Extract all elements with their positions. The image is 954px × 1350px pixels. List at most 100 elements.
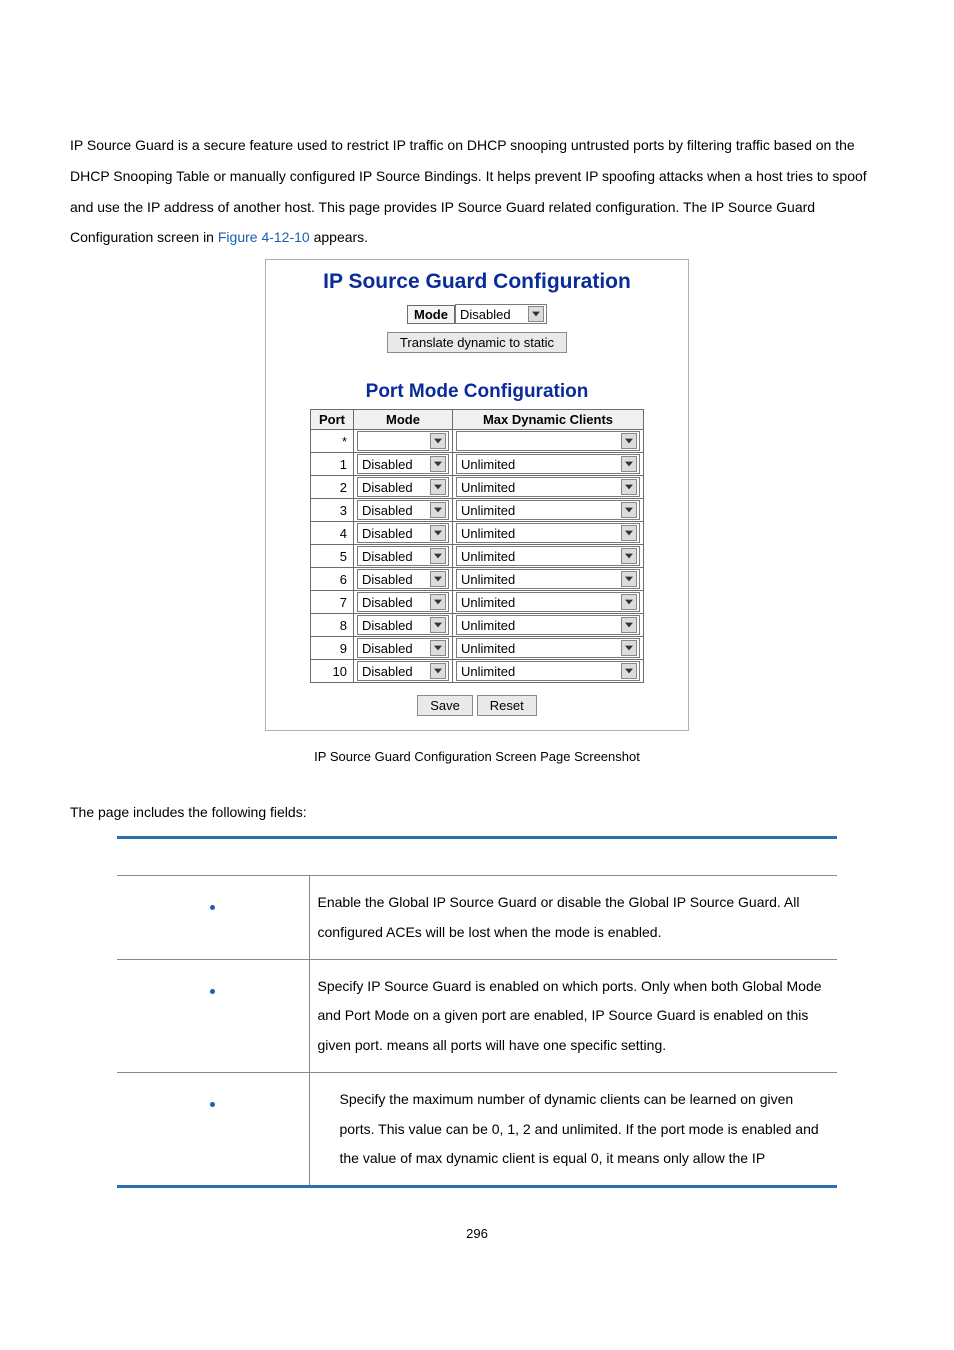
max-clients-select[interactable]: Unlimited [456, 546, 640, 566]
port-mode-select[interactable]: Disabled [357, 592, 449, 612]
port-mode-section-title: Port Mode Configuration [276, 381, 678, 403]
port-mode-value: Disabled [362, 526, 426, 541]
max-clients-value: Unlimited [461, 595, 617, 610]
dropdown-arrow-icon [621, 525, 637, 541]
figure-button-row: Save Reset [276, 695, 678, 716]
fields-intro-text: The page includes the following fields: [70, 804, 884, 820]
desc-object-cell [117, 876, 309, 960]
max-cell: Unlimited [453, 522, 644, 545]
desc-text-cell: Specify IP Source Guard is enabled on wh… [309, 959, 837, 1072]
save-button[interactable]: Save [417, 695, 473, 716]
port-mode-select[interactable]: Disabled [357, 500, 449, 520]
port-mode-select[interactable]: Disabled [357, 454, 449, 474]
port-cell: 6 [311, 568, 354, 591]
max-clients-select[interactable]: Unlimited [456, 523, 640, 543]
port-mode-value: Disabled [362, 664, 426, 679]
port-mode-value: Disabled [362, 572, 426, 587]
port-mode-select[interactable]: Disabled [357, 661, 449, 681]
dropdown-arrow-icon [430, 640, 446, 656]
mode-cell: Disabled [354, 591, 453, 614]
fields-description-table: Enable the Global IP Source Guard or dis… [117, 836, 837, 1188]
max-clients-select[interactable]: Unlimited [456, 500, 640, 520]
dropdown-arrow-icon [528, 306, 544, 322]
page-number: 296 [70, 1226, 884, 1241]
max-clients-value: Unlimited [461, 618, 617, 633]
port-mode-select[interactable]: Disabled [357, 477, 449, 497]
dropdown-arrow-icon [430, 479, 446, 495]
figure-caption: IP Source Guard Configuration Screen Pag… [70, 749, 884, 764]
max-cell: Unlimited [453, 453, 644, 476]
port-table-row: 4 Disabled Unlimited [311, 522, 644, 545]
bullet-icon [210, 905, 215, 910]
global-mode-value: Disabled [460, 307, 524, 322]
port-table-row: 7 Disabled Unlimited [311, 591, 644, 614]
dropdown-arrow-icon [621, 456, 637, 472]
figure-main-title: IP Source Guard Configuration [276, 270, 678, 294]
max-clients-select[interactable] [456, 431, 640, 451]
global-mode-row: Mode Disabled [276, 304, 678, 324]
max-cell: Unlimited [453, 660, 644, 683]
port-mode-value: Disabled [362, 618, 426, 633]
intro-paragraph: IP Source Guard is a secure feature used… [70, 130, 884, 253]
max-clients-select[interactable]: Unlimited [456, 638, 640, 658]
port-table-row: 6 Disabled Unlimited [311, 568, 644, 591]
max-cell: Unlimited [453, 568, 644, 591]
port-mode-value: Disabled [362, 457, 426, 472]
desc-text: Specify the maximum number of dynamic cl… [318, 1085, 830, 1173]
max-clients-value: Unlimited [461, 503, 617, 518]
port-mode-select[interactable] [357, 431, 449, 451]
dropdown-arrow-icon [430, 571, 446, 587]
dropdown-arrow-icon [430, 433, 446, 449]
translate-dynamic-button[interactable]: Translate dynamic to static [387, 332, 567, 353]
dropdown-arrow-icon [430, 456, 446, 472]
port-cell: 4 [311, 522, 354, 545]
max-cell: Unlimited [453, 637, 644, 660]
intro-text-before: IP Source Guard is a secure feature used… [70, 137, 867, 245]
translate-button-row: Translate dynamic to static [276, 332, 678, 353]
dropdown-arrow-icon [430, 663, 446, 679]
dropdown-arrow-icon [621, 502, 637, 518]
max-clients-select[interactable]: Unlimited [456, 569, 640, 589]
col-header-max: Max Dynamic Clients [453, 410, 644, 430]
desc-table-row: Specify IP Source Guard is enabled on wh… [117, 959, 837, 1072]
port-mode-select[interactable]: Disabled [357, 638, 449, 658]
desc-header-description [309, 838, 837, 876]
max-clients-value: Unlimited [461, 549, 617, 564]
desc-object-cell [117, 1073, 309, 1187]
port-mode-select[interactable]: Disabled [357, 569, 449, 589]
port-cell: 7 [311, 591, 354, 614]
port-mode-table: Port Mode Max Dynamic Clients *1Disabled… [310, 409, 644, 683]
max-clients-select[interactable]: Unlimited [456, 592, 640, 612]
dropdown-arrow-icon [621, 640, 637, 656]
port-mode-select[interactable]: Disabled [357, 546, 449, 566]
desc-text: Specify IP Source Guard is enabled on wh… [318, 978, 822, 1053]
figure-reference-link[interactable]: Figure 4-12-10 [218, 229, 310, 245]
desc-text-cell: Enable the Global IP Source Guard or dis… [309, 876, 837, 960]
global-mode-select[interactable]: Disabled [455, 304, 547, 324]
max-clients-select[interactable]: Unlimited [456, 454, 640, 474]
port-mode-value: Disabled [362, 480, 426, 495]
port-cell: 2 [311, 476, 354, 499]
dropdown-arrow-icon [621, 479, 637, 495]
port-cell: 9 [311, 637, 354, 660]
port-mode-value: Disabled [362, 503, 426, 518]
max-clients-select[interactable]: Unlimited [456, 477, 640, 497]
port-table-row: * [311, 430, 644, 453]
port-table-row: 1 Disabled Unlimited [311, 453, 644, 476]
dropdown-arrow-icon [430, 548, 446, 564]
reset-button[interactable]: Reset [477, 695, 537, 716]
dropdown-arrow-icon [430, 594, 446, 610]
port-mode-value: Disabled [362, 595, 426, 610]
col-header-mode: Mode [354, 410, 453, 430]
dropdown-arrow-icon [621, 548, 637, 564]
max-clients-select[interactable]: Unlimited [456, 661, 640, 681]
mode-cell: Disabled [354, 545, 453, 568]
port-mode-select[interactable]: Disabled [357, 523, 449, 543]
port-cell: 1 [311, 453, 354, 476]
port-table-row: 10DisabledUnlimited [311, 660, 644, 683]
dropdown-arrow-icon [621, 433, 637, 449]
max-clients-select[interactable]: Unlimited [456, 615, 640, 635]
dropdown-arrow-icon [430, 502, 446, 518]
port-table-row: 3DisabledUnlimited [311, 499, 644, 522]
port-mode-select[interactable]: Disabled [357, 615, 449, 635]
